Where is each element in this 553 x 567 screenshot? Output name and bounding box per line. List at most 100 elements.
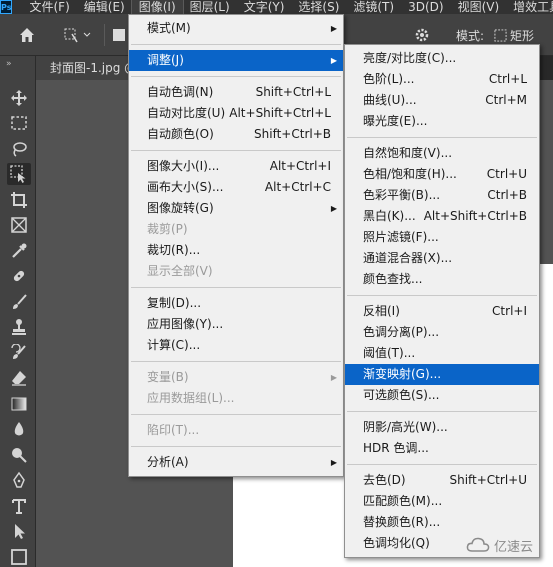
menu-item-curves[interactable]: 曲线(U)... Ctrl+M [345, 90, 539, 111]
menu-3d[interactable]: 3D(D) [401, 0, 450, 14]
watermark-text: 亿速云 [494, 539, 534, 555]
new-selection-icon[interactable] [112, 24, 126, 46]
menu-bar: Ps 文件(F) 编辑(E) 图像(I) 图层(L) 文字(Y) 选择(S) 滤… [0, 0, 553, 14]
menu-separator [347, 464, 537, 465]
submenu-arrow-icon: ▶ [330, 204, 337, 213]
menu-item-reveal-all: 显示全部(V) [147, 264, 213, 278]
collapse-panel-icon[interactable]: » [6, 59, 12, 69]
menu-item-photo-filter[interactable]: 照片滤镜(F)... [345, 227, 539, 248]
menu-separator [131, 414, 341, 415]
menu-item-replace-color[interactable]: 替换颜色(R)... [345, 512, 539, 533]
brush-tool-icon[interactable] [7, 291, 31, 313]
menu-item-selective-color[interactable]: 可选颜色(S)... [345, 385, 539, 406]
clone-stamp-tool-icon[interactable] [7, 316, 31, 338]
home-icon[interactable] [16, 24, 38, 46]
gradient-tool-icon[interactable] [7, 393, 31, 415]
photoshop-logo: Ps [0, 0, 13, 14]
type-tool-icon[interactable] [7, 495, 31, 517]
menu-item-image-rotation[interactable]: 图像旋转(G) ▶ [129, 198, 343, 219]
menu-layer[interactable]: 图层(L) [183, 0, 237, 14]
menu-item-exposure[interactable]: 曝光度(E)... [345, 111, 539, 132]
menu-separator [347, 411, 537, 412]
tools-panel: » [0, 56, 36, 567]
cloud-logo-icon [466, 537, 490, 552]
menu-separator [131, 446, 341, 447]
menu-item-duplicate[interactable]: 复制(D)... [129, 293, 343, 314]
dodge-tool-icon[interactable] [7, 444, 31, 466]
menu-item-variables: 变量(B) ▶ [129, 367, 343, 388]
menu-item-apply-data-set: 应用数据组(L)... [147, 391, 235, 405]
gear-icon[interactable] [412, 24, 432, 46]
menu-item-canvas-size[interactable]: 画布大小(S)... Alt+Ctrl+C [129, 177, 343, 198]
menu-item-desaturate[interactable]: 去色(D) Shift+Ctrl+U [345, 470, 539, 491]
watermark: 亿速云 [466, 532, 533, 558]
menu-item-trap: 陷印(T)... [147, 423, 200, 437]
menu-item-mode[interactable]: 模式(M) ▶ [129, 18, 343, 39]
submenu-arrow-icon: ▶ [330, 24, 337, 33]
object-select-tool-icon[interactable] [7, 163, 31, 185]
menu-item-hue-saturation[interactable]: 色相/饱和度(H)... Ctrl+U [345, 164, 539, 185]
eyedropper-tool-icon[interactable] [7, 240, 31, 262]
menu-item-posterize[interactable]: 色调分离(P)... [345, 322, 539, 343]
mode-label: 模式: [456, 28, 485, 43]
menu-item-brightness-contrast[interactable]: 亮度/对比度(C)... [345, 48, 539, 69]
menu-separator [131, 150, 341, 151]
menu-item-color-lookup[interactable]: 颜色查找... [345, 269, 539, 290]
menu-select[interactable]: 选择(S) [291, 0, 346, 14]
menu-item-shadows-highlights[interactable]: 阴影/高光(W)... [345, 417, 539, 438]
menu-item-vibrance[interactable]: 自然饱和度(V)... [345, 143, 539, 164]
menu-image[interactable]: 图像(I) [130, 0, 184, 14]
submenu-arrow-icon: ▶ [330, 458, 337, 467]
menu-item-trim[interactable]: 裁切(R)... [129, 240, 343, 261]
menu-item-auto-color[interactable]: 自动颜色(O) Shift+Ctrl+B [129, 124, 343, 145]
menu-item-black-white[interactable]: 黑白(K)... Alt+Shift+Ctrl+B [345, 206, 539, 227]
menu-item-auto-tone[interactable]: 自动色调(N) Shift+Ctrl+L [129, 82, 343, 103]
marquee-tool-icon[interactable] [7, 112, 31, 134]
eraser-tool-icon[interactable] [7, 367, 31, 389]
menu-item-adjustments[interactable]: 调整(J) ▶ [129, 50, 343, 71]
menu-item-threshold[interactable]: 阈值(T)... [345, 343, 539, 364]
menu-separator [131, 76, 341, 77]
submenu-arrow-icon: ▶ [330, 56, 337, 65]
tool-preset-picker[interactable] [58, 24, 98, 46]
path-select-tool-icon[interactable] [7, 520, 31, 542]
menu-type[interactable]: 文字(Y) [237, 0, 292, 14]
frame-tool-icon[interactable] [7, 214, 31, 236]
menu-edit[interactable]: 编辑(E) [77, 0, 132, 14]
menu-view[interactable]: 视图(V) [451, 0, 507, 14]
menu-item-match-color[interactable]: 匹配颜色(M)... [345, 491, 539, 512]
menu-item-image-size[interactable]: 图像大小(I)... Alt+Ctrl+I [129, 156, 343, 177]
menu-separator [131, 361, 341, 362]
menu-item-apply-image[interactable]: 应用图像(Y)... [129, 314, 343, 335]
mode-value: 矩形 [510, 28, 535, 43]
adjustments-submenu: 亮度/对比度(C)... 色阶(L)... Ctrl+L 曲线(U)... Ctrl… [344, 44, 540, 558]
healing-brush-tool-icon[interactable] [7, 265, 31, 287]
menu-item-channel-mixer[interactable]: 通道混合器(X)... [345, 248, 539, 269]
lasso-tool-icon[interactable] [7, 138, 31, 160]
crop-tool-icon[interactable] [7, 189, 31, 211]
menu-item-color-balance[interactable]: 色彩平衡(B)... Ctrl+B [345, 185, 539, 206]
menu-file[interactable]: 文件(F) [22, 0, 76, 14]
menu-item-gradient-map[interactable]: 渐变映射(G)... [345, 364, 539, 385]
image-menu: 模式(M) ▶ 调整(J) ▶ 自动色调(N) Shift+Ctrl+L 自动对比度(… [128, 14, 344, 477]
menu-item-calculations[interactable]: 计算(C)... [129, 335, 343, 356]
mode-select[interactable]: 矩形 [494, 24, 553, 46]
menu-separator [131, 287, 341, 288]
menu-item-analysis[interactable]: 分析(A) ▶ [129, 452, 343, 473]
rectangle-tool-icon[interactable] [7, 546, 31, 567]
menu-item-hdr-toning[interactable]: HDR 色调... [345, 438, 539, 459]
pen-tool-icon[interactable] [7, 469, 31, 491]
history-brush-tool-icon[interactable] [7, 342, 31, 364]
menu-item-crop: 裁剪(P) [147, 222, 188, 236]
menu-item-auto-contrast[interactable]: 自动对比度(U) Alt+Shift+Ctrl+L [129, 103, 343, 124]
move-tool-icon[interactable] [7, 87, 31, 109]
blur-tool-icon[interactable] [7, 418, 31, 440]
menu-separator [131, 44, 341, 45]
menu-item-levels[interactable]: 色阶(L)... Ctrl+L [345, 69, 539, 90]
menu-separator [347, 137, 537, 138]
menu-separator [347, 295, 537, 296]
submenu-arrow-icon: ▶ [330, 373, 337, 382]
menu-plugins[interactable]: 增效工具 [506, 0, 553, 14]
menu-item-invert[interactable]: 反相(I) Ctrl+I [345, 301, 539, 322]
menu-filter[interactable]: 滤镜(T) [346, 0, 401, 14]
